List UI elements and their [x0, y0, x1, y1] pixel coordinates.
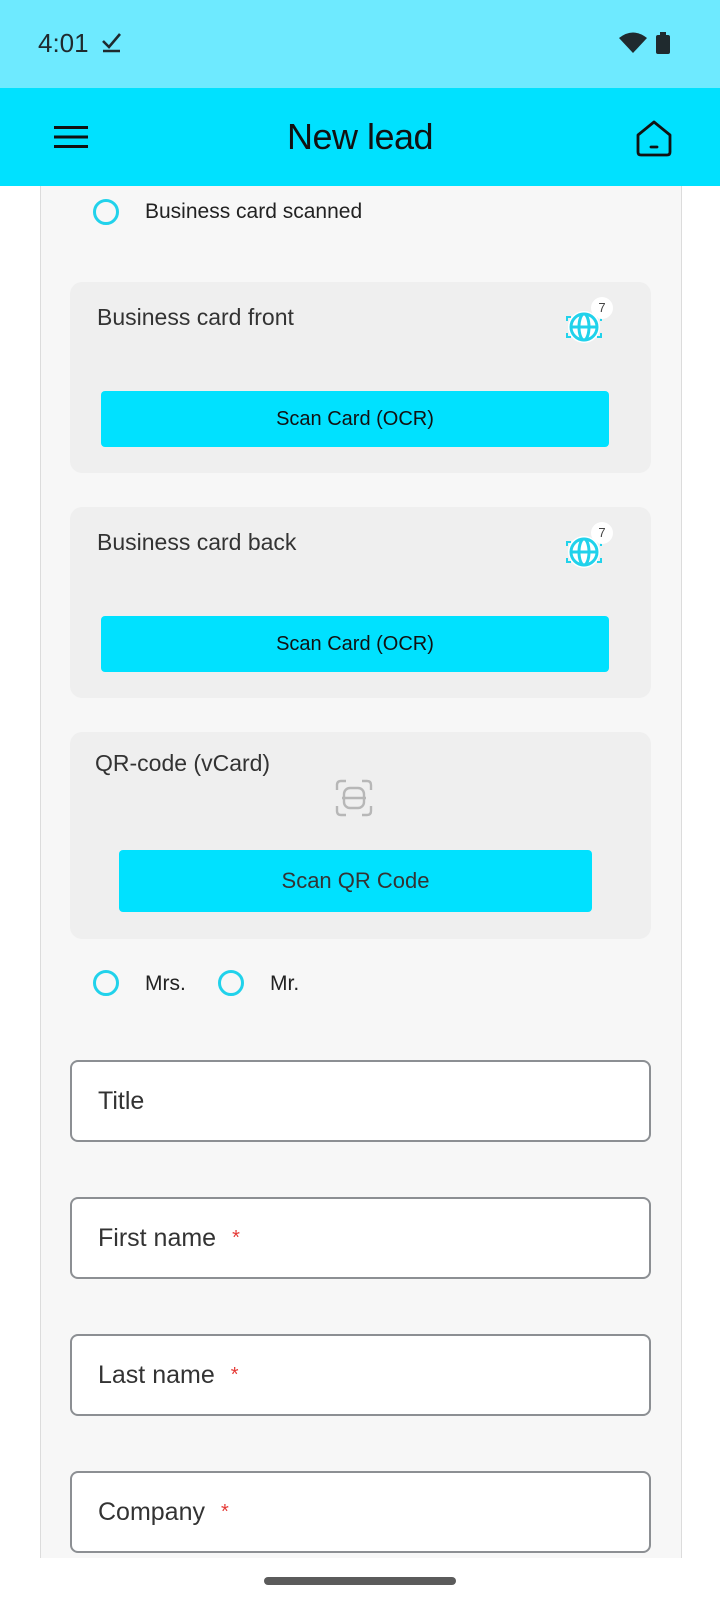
qr-code-panel: QR-code (vCard) Scan QR Code	[70, 732, 651, 939]
ocr-globe-icon[interactable]: 7	[565, 522, 613, 570]
field-label-text: Company	[98, 1498, 205, 1526]
field-label: Company *	[98, 1498, 229, 1527]
wifi-icon	[619, 32, 647, 59]
business-card-scanned-radio[interactable]	[93, 199, 119, 225]
card-title: Business card front	[97, 304, 294, 330]
ocr-globe-icon[interactable]: 7	[565, 297, 613, 345]
notification-badge: 7	[591, 297, 613, 319]
field-label-text: Last name	[98, 1361, 215, 1389]
field-label: Title	[98, 1087, 145, 1115]
app-bar: New lead	[0, 88, 720, 186]
field-label-text: First name	[98, 1224, 217, 1252]
last-name-field[interactable]: Last name *	[70, 1334, 651, 1416]
business-card-front-panel: Business card front 7 Scan Card (OCR)	[70, 282, 651, 473]
salutation-mr-label: Mr.	[270, 972, 300, 995]
business-card-back-panel: Business card back 7 Scan Card (OCR)	[70, 507, 651, 698]
battery-icon	[656, 32, 670, 59]
salutation-mrs-radio[interactable]	[93, 970, 119, 996]
required-marker: *	[232, 1227, 240, 1249]
status-time: 4:01	[38, 28, 89, 58]
scan-card-back-button[interactable]: Scan Card (OCR)	[101, 616, 609, 672]
lead-form: Business card scanned Business card fron…	[40, 186, 682, 1558]
gesture-nav-handle[interactable]	[264, 1577, 456, 1585]
page-title: New lead	[286, 116, 434, 157]
required-marker: *	[230, 1364, 239, 1386]
status-bar: 4:01	[0, 0, 720, 88]
home-icon[interactable]	[628, 112, 680, 164]
check-icon	[100, 30, 124, 59]
scan-qr-code-button[interactable]: Scan QR Code	[119, 850, 592, 912]
first-name-field[interactable]: First name *	[70, 1197, 651, 1279]
business-card-scanned-label: Business card scanned	[145, 200, 363, 223]
card-title: QR-code (vCard)	[95, 750, 271, 776]
required-marker: *	[221, 1501, 229, 1523]
field-label: Last name *	[98, 1361, 239, 1390]
company-field[interactable]: Company *	[70, 1471, 651, 1553]
qr-scan-icon	[334, 778, 374, 818]
salutation-mr-radio[interactable]	[218, 970, 244, 996]
salutation-mrs-label: Mrs.	[145, 972, 186, 995]
notification-badge: 7	[591, 522, 613, 544]
card-title: Business card back	[97, 529, 297, 555]
scan-card-front-button[interactable]: Scan Card (OCR)	[101, 391, 609, 447]
title-field[interactable]: Title	[70, 1060, 651, 1142]
field-label: First name *	[98, 1224, 240, 1253]
